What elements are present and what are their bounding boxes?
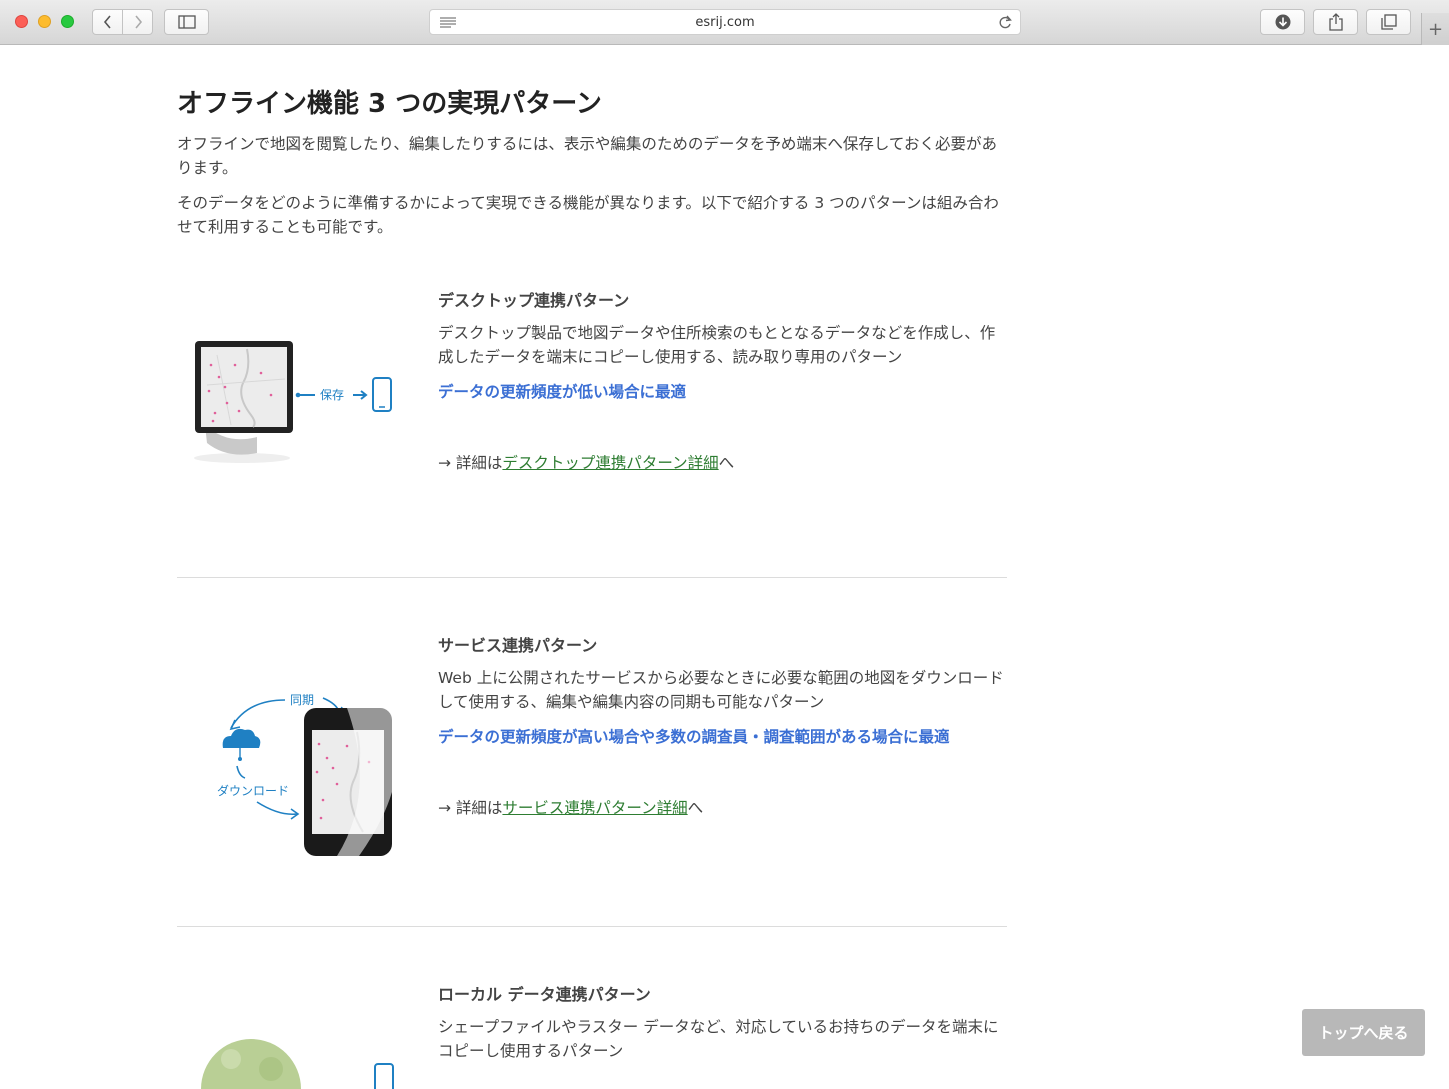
section-more-line: → 詳細はデスクトップ連携パターン詳細へ (438, 451, 734, 473)
back-to-top-button[interactable]: トップへ戻る (1302, 1009, 1425, 1056)
section-title: ローカル データ連携パターン (438, 985, 651, 1004)
save-label: 保存 (320, 388, 344, 402)
section-divider (177, 577, 1007, 578)
sync-label: 同期 (290, 693, 314, 707)
section-title: デスクトップ連携パターン (438, 291, 630, 310)
service-pattern-detail-link[interactable]: サービス連携パターン詳細 (502, 799, 687, 817)
download-label: ダウンロード (217, 783, 289, 798)
section-divider (177, 926, 1007, 927)
new-tab-button[interactable]: + (1421, 13, 1449, 45)
more-suffix: へ (718, 454, 735, 472)
sidebar-button[interactable] (164, 9, 209, 35)
section-best-for: データの更新頻度が低い場合に最適 (438, 383, 687, 401)
share-icon (1328, 13, 1343, 31)
reload-icon[interactable] (998, 15, 1012, 30)
tabs-overview-button[interactable] (1366, 9, 1411, 35)
section-description: Web 上に公開されたサービスから必要なときに必要な範囲の地図をダウンロードして… (438, 669, 1004, 711)
desktop-pattern-detail-link[interactable]: デスクトップ連携パターン詳細 (502, 454, 718, 472)
download-icon (1275, 14, 1290, 30)
downloads-button[interactable] (1260, 9, 1305, 35)
plus-icon: + (1427, 18, 1444, 40)
back-button[interactable] (93, 10, 122, 34)
more-suffix: へ (687, 799, 704, 817)
service-sync-illustration: 同期 ダウンロード (217, 693, 392, 856)
browser-toolbar: esrij.com + (0, 0, 1449, 45)
history-nav (92, 9, 153, 35)
zoom-window-button[interactable] (61, 15, 74, 28)
section-description: シェープファイルやラスター データなど、対応しているお持ちのデータを端末にコピー… (438, 1018, 999, 1060)
page-title: オフライン機能 3 つの実現パターン (177, 89, 602, 119)
intro-paragraph-2: そのデータをどのように準備するかによって実現できる機能が異なります。以下で紹介す… (177, 194, 999, 236)
section-title: サービス連携パターン (438, 636, 598, 655)
section-more-line: → 詳細はサービス連携パターン詳細へ (438, 796, 703, 818)
chevron-right-icon (134, 15, 142, 29)
chevron-left-icon (103, 15, 111, 29)
share-button[interactable] (1313, 9, 1358, 35)
sidebar-icon (177, 15, 196, 29)
close-window-button[interactable] (15, 15, 28, 28)
desktop-sync-illustration: 保存 (194, 341, 392, 463)
section-description: デスクトップ製品で地図データや住所検索のもととなるデータなどを作成し、作成したデ… (438, 324, 996, 366)
tabs-icon (1380, 14, 1397, 30)
url-text: esrij.com (695, 15, 755, 30)
minimize-window-button[interactable] (38, 15, 51, 28)
local-data-illustration (201, 1039, 394, 1089)
address-bar[interactable]: esrij.com (429, 9, 1021, 35)
more-prefix: → 詳細は (438, 799, 503, 817)
forward-button[interactable] (122, 10, 152, 34)
more-prefix: → 詳細は (438, 454, 503, 472)
intro-paragraph-1: オフラインで地図を閲覧したり、編集したりするには、表示や編集のためのデータを予め… (177, 135, 997, 177)
section-best-for: データの更新頻度が高い場合や多数の調査員・調査範囲がある場合に最適 (438, 728, 950, 746)
